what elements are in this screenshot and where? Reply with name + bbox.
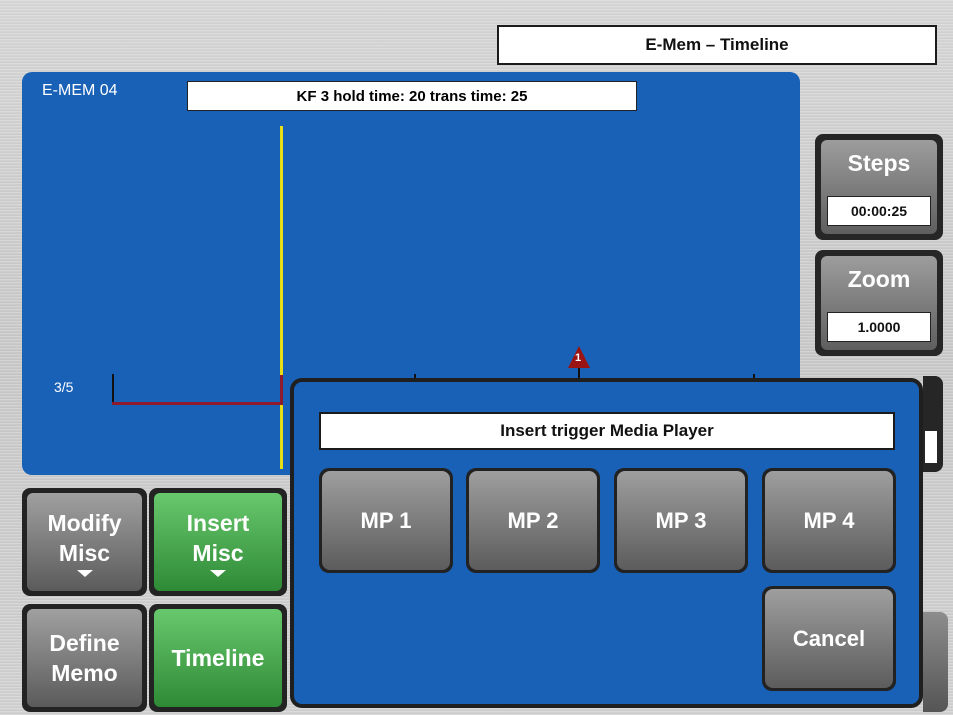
track-line bbox=[112, 402, 282, 405]
mp3-label: MP 3 bbox=[617, 471, 745, 570]
modify-misc-button[interactable]: Modify Misc bbox=[27, 493, 142, 591]
trigger-marker-icon[interactable]: 1 bbox=[568, 346, 590, 368]
mp1-button[interactable]: MP 1 bbox=[319, 468, 453, 573]
zoom-value: 1.0000 bbox=[827, 312, 931, 342]
hidden-side-value bbox=[925, 431, 937, 463]
modify-misc-frame: Modify Misc bbox=[22, 488, 147, 596]
cancel-label: Cancel bbox=[765, 589, 893, 688]
timeline-frame: Timeline bbox=[149, 604, 287, 712]
mp2-button[interactable]: MP 2 bbox=[466, 468, 600, 573]
mp4-label: MP 4 bbox=[765, 471, 893, 570]
chevron-down-icon bbox=[210, 569, 226, 577]
track-label: 3/5 bbox=[54, 379, 74, 395]
define-memo-label-2: Memo bbox=[51, 660, 118, 686]
track-start-tick bbox=[112, 374, 114, 404]
track-step bbox=[280, 375, 283, 405]
insert-misc-frame: Insert Misc bbox=[149, 488, 287, 596]
marker-stem bbox=[578, 368, 580, 378]
define-memo-frame: Define Memo bbox=[22, 604, 147, 712]
steps-button[interactable]: Steps 00:00:25 bbox=[821, 140, 937, 234]
timeline-cursor[interactable] bbox=[280, 126, 283, 469]
steps-value: 00:00:25 bbox=[827, 196, 931, 226]
window-title: E-Mem – Timeline bbox=[497, 25, 937, 65]
modify-misc-label-2: Misc bbox=[58, 539, 111, 566]
insert-misc-label-1: Insert bbox=[186, 509, 250, 536]
steps-control[interactable]: Steps 00:00:25 bbox=[815, 134, 943, 240]
hidden-bottom-button bbox=[923, 612, 948, 712]
define-memo-button[interactable]: Define Memo bbox=[27, 609, 142, 707]
timeline-button[interactable]: Timeline bbox=[154, 609, 282, 707]
zoom-control[interactable]: Zoom 1.0000 bbox=[815, 250, 943, 356]
insert-misc-button[interactable]: Insert Misc bbox=[154, 493, 282, 591]
timeline-label: Timeline bbox=[171, 645, 265, 671]
chevron-down-icon bbox=[76, 569, 93, 577]
cancel-button[interactable]: Cancel bbox=[762, 586, 896, 691]
zoom-label: Zoom bbox=[847, 266, 911, 292]
insert-misc-label-2: Misc bbox=[192, 539, 244, 566]
zoom-button[interactable]: Zoom 1.0000 bbox=[821, 256, 937, 350]
hidden-side-control bbox=[923, 376, 943, 472]
mp1-label: MP 1 bbox=[322, 471, 450, 570]
mp2-label: MP 2 bbox=[469, 471, 597, 570]
define-memo-label-1: Define bbox=[49, 630, 120, 656]
insert-trigger-dialog: Insert trigger Media Player MP 1 MP 2 MP… bbox=[290, 378, 923, 708]
mp4-button[interactable]: MP 4 bbox=[762, 468, 896, 573]
memory-name: E-MEM 04 bbox=[42, 82, 118, 99]
mp3-button[interactable]: MP 3 bbox=[614, 468, 748, 573]
modify-misc-label-1: Modify bbox=[47, 509, 122, 536]
keyframe-info: KF 3 hold time: 20 trans time: 25 bbox=[187, 81, 637, 111]
steps-label: Steps bbox=[847, 150, 911, 176]
marker-number: 1 bbox=[575, 352, 582, 364]
dialog-title: Insert trigger Media Player bbox=[319, 412, 895, 450]
